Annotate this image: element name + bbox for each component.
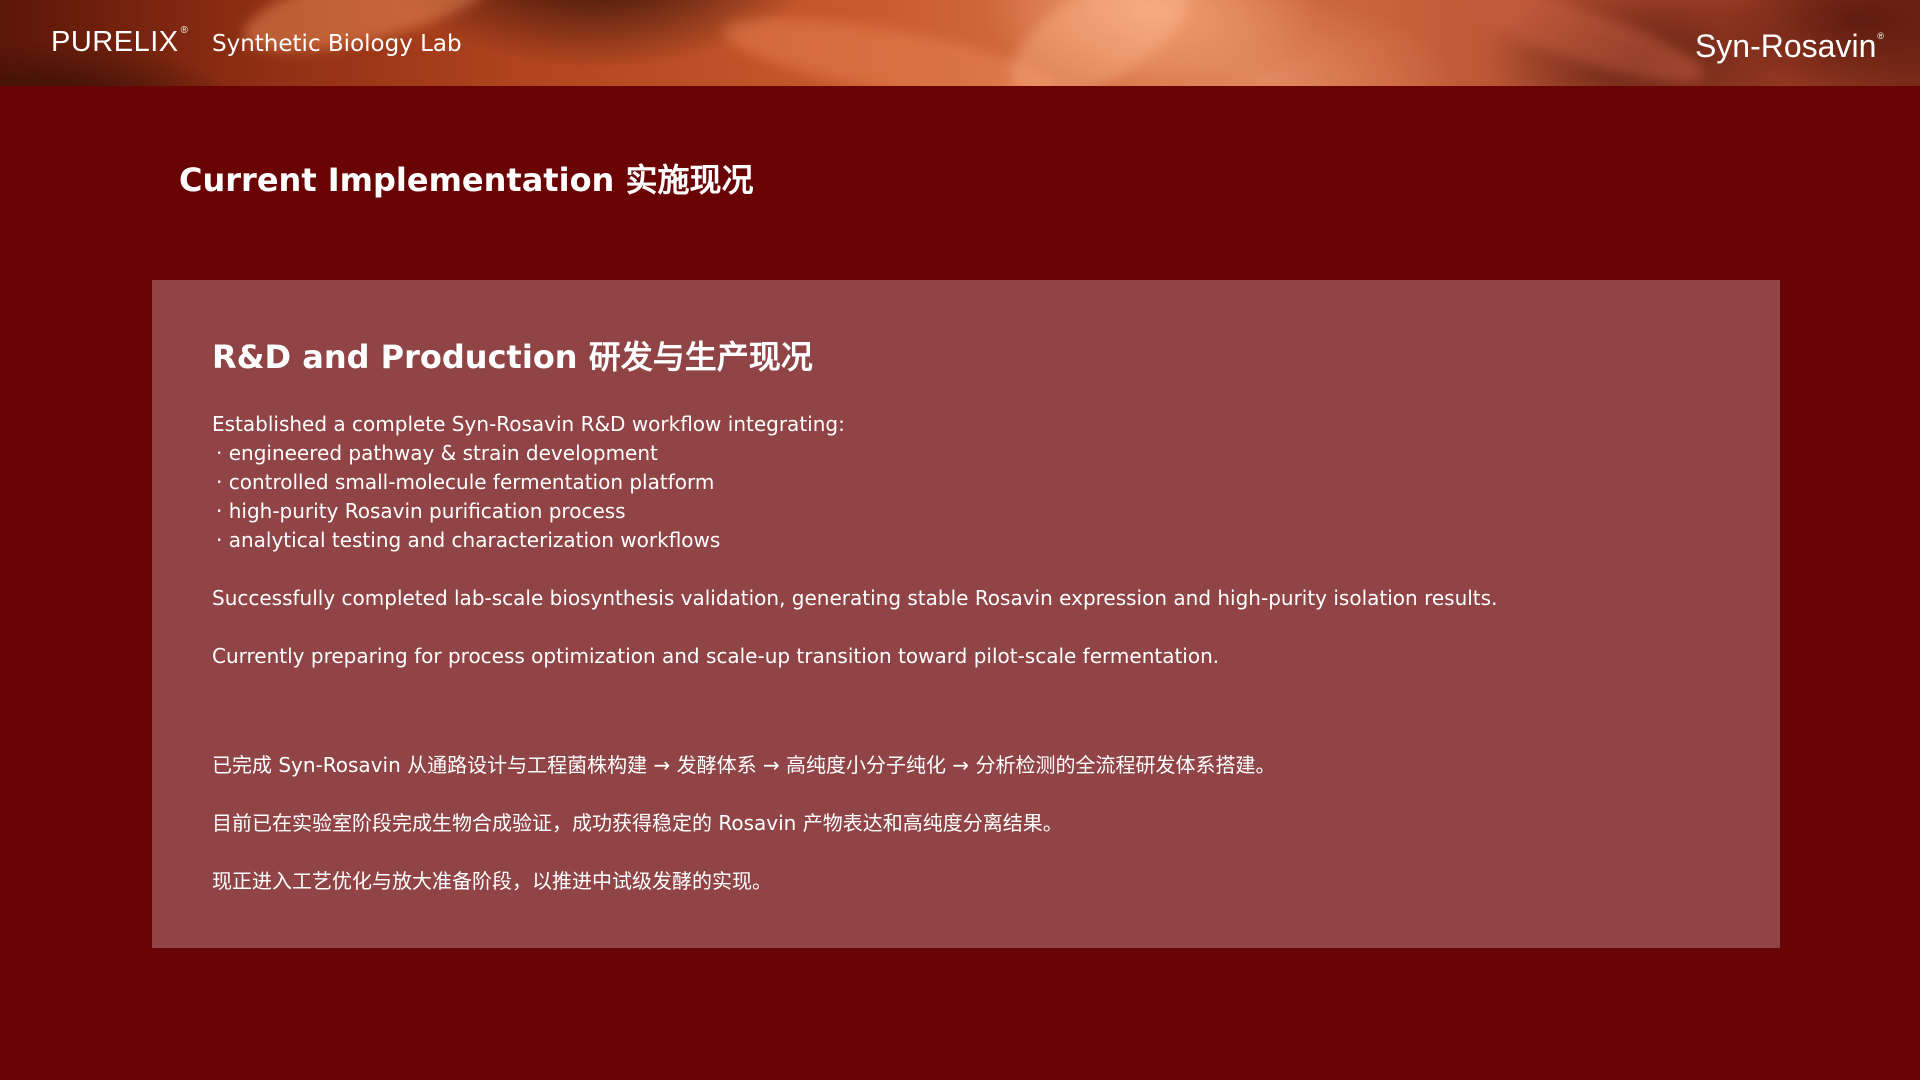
list-item: engineered pathway & strain development	[212, 439, 1732, 468]
zh-validation-paragraph: 目前已在实验室阶段完成生物合成验证，成功获得稳定的 Rosavin 产物表达和高…	[212, 811, 1063, 835]
zh-workflow-paragraph: 已完成 Syn-Rosavin 从通路设计与工程菌株构建 → 发酵体系 → 高纯…	[212, 753, 1276, 777]
content-card: R&D and Production 研发与生产现况 Established a…	[152, 280, 1780, 948]
canyon-texture	[1448, 0, 1712, 86]
list-item: high-purity Rosavin purification process	[212, 497, 1732, 526]
card-body: Established a complete Syn-Rosavin R&D w…	[212, 410, 1732, 896]
intro-text: Established a complete Syn-Rosavin R&D w…	[212, 412, 845, 436]
list-item: analytical testing and characterization …	[212, 526, 1732, 555]
brand-name: PURELIX	[51, 26, 179, 58]
page-title: Current Implementation 实施现况	[179, 161, 754, 199]
brand-logo: PURELIX ®	[51, 25, 188, 58]
zh-scale-up-paragraph: 现正进入工艺优化与放大准备阶段，以推进中试级发酵的实现。	[212, 869, 772, 893]
product-logo: Syn-Rosavin ®	[1695, 30, 1884, 62]
card-title: R&D and Production 研发与生产现况	[212, 338, 813, 376]
brand-registered-mark: ®	[180, 25, 188, 36]
validation-paragraph: Successfully completed lab-scale biosynt…	[212, 586, 1498, 610]
canyon-texture	[990, 0, 1210, 86]
header-banner: PURELIX ® Synthetic Biology Lab Syn-Rosa…	[0, 0, 1920, 86]
product-registered-mark: ®	[1877, 31, 1884, 41]
workflow-list: engineered pathway & strain development …	[212, 439, 1732, 555]
list-item: controlled small-molecule fermentation p…	[212, 468, 1732, 497]
scale-up-paragraph: Currently preparing for process optimiza…	[212, 644, 1220, 668]
product-name: Syn-Rosavin	[1694, 28, 1877, 64]
brand-tagline: Synthetic Biology Lab	[212, 31, 462, 57]
